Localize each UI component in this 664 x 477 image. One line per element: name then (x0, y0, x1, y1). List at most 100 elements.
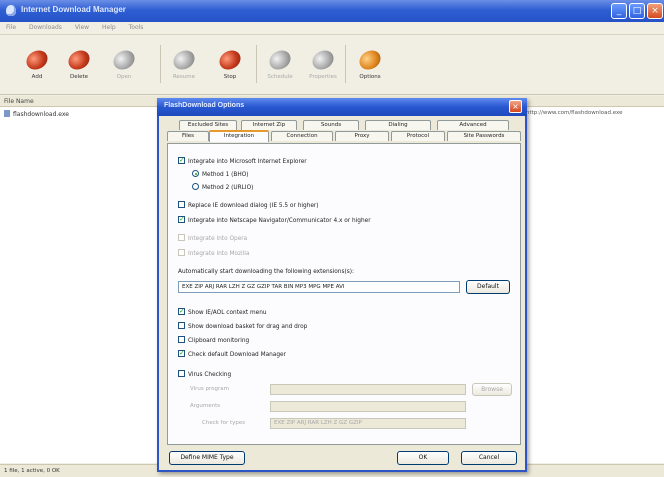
menu-file[interactable]: File (0, 22, 21, 31)
show-context-menu-checkbox[interactable]: Show IE/AOL context menu (178, 307, 267, 316)
maximize-button[interactable]: □ (629, 3, 645, 19)
file-icon (4, 110, 10, 117)
default-button[interactable]: Default (466, 280, 510, 294)
window-title: Internet Download Manager (21, 5, 126, 14)
tab-protocol[interactable]: Protocol (391, 131, 445, 141)
open-label: Open (116, 74, 132, 80)
menu-help[interactable]: Help (96, 22, 121, 31)
extensions-input[interactable]: EXE ZIP ARJ RAR LZH Z GZ GZIP TAR BIN MP… (178, 281, 460, 293)
properties-label: Properties (309, 74, 337, 80)
title-bar: Internet Download Manager _ □ × (0, 0, 664, 22)
tab-internet-zip[interactable]: Internet Zip (241, 120, 297, 130)
checkbox-box (178, 215, 185, 223)
tab-connection[interactable]: Connection (271, 131, 333, 141)
toolbar-separator (256, 45, 257, 83)
check-types-field[interactable]: EXE ZIP ARJ RAR LZH Z GZ GZIP (270, 418, 466, 429)
tab-proxy[interactable]: Proxy (335, 131, 389, 141)
app-icon (6, 5, 16, 16)
method2-label: Method 2 (URLIO) (202, 185, 254, 191)
dialog-title: FlashDownload Options (164, 102, 245, 109)
delete-label: Delete (69, 74, 89, 80)
open-button[interactable]: Open (104, 41, 144, 89)
integrate-opera-checkbox[interactable]: Integrate into Opera (178, 234, 247, 242)
close-button[interactable]: × (647, 3, 663, 19)
integrate-mozilla-label: Integrate into Mozilla (188, 251, 250, 257)
checkbox-box (178, 307, 185, 315)
tab-site-passwords[interactable]: Site Passwords (447, 131, 521, 141)
download-basket-checkbox[interactable]: Show download basket for drag and drop (178, 322, 307, 330)
menu-downloads[interactable]: Downloads (23, 22, 67, 31)
list-item[interactable]: flashdownload.exe (4, 110, 69, 118)
integrate-mozilla-checkbox[interactable]: Integrate into Mozilla (178, 249, 249, 257)
radio-dot (192, 170, 199, 177)
integrate-opera-label: Integrate into Opera (188, 236, 248, 242)
properties-button[interactable]: Properties (303, 41, 343, 89)
menu-view[interactable]: View (69, 22, 94, 31)
checkbox-box (178, 370, 185, 377)
browse-button[interactable]: Browse (472, 383, 512, 396)
checkbox-box (178, 349, 185, 357)
show-context-menu-label: Show IE/AOL context menu (188, 310, 267, 316)
ok-button[interactable]: OK (397, 451, 449, 465)
checkbox-box (178, 201, 185, 208)
arguments-label: Arguments (190, 403, 221, 409)
clipboard-monitoring-label: Clipboard monitoring (188, 338, 250, 344)
delete-egg-icon (64, 46, 94, 74)
tab-sounds[interactable]: Sounds (303, 120, 359, 130)
resume-label: Resume (172, 74, 196, 80)
schedule-button[interactable]: Schedule (260, 41, 300, 89)
method1-radio[interactable]: Method 1 (BHO) (192, 170, 249, 178)
integrate-netscape-checkbox[interactable]: Integrate into Netscape Navigator/Commun… (178, 215, 371, 224)
list-item-name: flashdownload.exe (13, 111, 69, 118)
arguments-field[interactable] (270, 401, 466, 412)
tab-files[interactable]: Files (167, 131, 209, 141)
integrate-netscape-label: Integrate into Netscape Navigator/Commun… (188, 218, 371, 224)
checkbox-box (178, 249, 185, 256)
resume-egg-icon (169, 46, 199, 74)
options-button[interactable]: Options (350, 41, 390, 89)
toolbar-separator (160, 45, 161, 83)
define-mime-type-button[interactable]: Define MIME Type (169, 451, 245, 465)
menu-bar: File Downloads View Help Tools (0, 22, 664, 35)
properties-egg-icon (308, 46, 338, 74)
minimize-button[interactable]: _ (611, 3, 627, 19)
tab-integration[interactable]: Integration (209, 130, 269, 142)
options-dialog: FlashDownload Options × Excluded Sites I… (157, 98, 527, 472)
virus-program-field[interactable] (270, 384, 466, 395)
method1-label: Method 1 (BHO) (202, 172, 249, 178)
method2-radio[interactable]: Method 2 (URLIO) (192, 183, 253, 191)
file-name-column-header[interactable]: File Name (4, 98, 34, 105)
resume-button[interactable]: Resume (164, 41, 204, 89)
toolbar-separator (345, 45, 346, 83)
tab-dialing[interactable]: Dialing (365, 120, 431, 130)
tab-advanced[interactable]: Advanced (437, 120, 509, 130)
menu-tools[interactable]: Tools (123, 22, 149, 31)
add-button[interactable]: Add (17, 41, 57, 89)
open-egg-icon (109, 46, 139, 74)
extensions-label: Automatically start downloading the foll… (178, 269, 354, 275)
replace-ie-dialog-checkbox[interactable]: Replace IE download dialog (IE 5.5 or hi… (178, 201, 319, 209)
status-text: 1 file, 1 active, 0 OK (4, 468, 60, 474)
radio-dot (192, 183, 199, 190)
clipboard-monitoring-checkbox[interactable]: Clipboard monitoring (178, 336, 249, 344)
checkbox-box (178, 234, 185, 241)
cancel-button[interactable]: Cancel (461, 451, 517, 465)
stop-label: Stop (223, 74, 237, 80)
delete-button[interactable]: Delete (59, 41, 99, 89)
virus-checking-label: Virus Checking (188, 372, 232, 378)
list-item-url: http://www.com/flashdownload.exe (526, 110, 623, 116)
dialog-close-button[interactable]: × (509, 100, 522, 113)
tab-excluded-sites[interactable]: Excluded Sites (179, 120, 237, 130)
checkbox-box (178, 336, 185, 343)
schedule-egg-icon (265, 46, 295, 74)
virus-checking-checkbox[interactable]: Virus Checking (178, 370, 231, 378)
stop-egg-icon (215, 46, 245, 74)
dialog-title-bar: FlashDownload Options × (157, 98, 527, 116)
check-default-manager-checkbox[interactable]: Check default Download Manager (178, 349, 286, 358)
integrate-ie-checkbox[interactable]: Integrate into Microsoft Internet Explor… (178, 156, 307, 165)
checkbox-box (178, 322, 185, 329)
check-types-label: Check for types (202, 420, 246, 426)
download-basket-label: Show download basket for drag and drop (188, 324, 308, 330)
stop-button[interactable]: Stop (210, 41, 250, 89)
toolbar: Add Delete Open Resume Stop Schedule Pro… (0, 35, 664, 95)
